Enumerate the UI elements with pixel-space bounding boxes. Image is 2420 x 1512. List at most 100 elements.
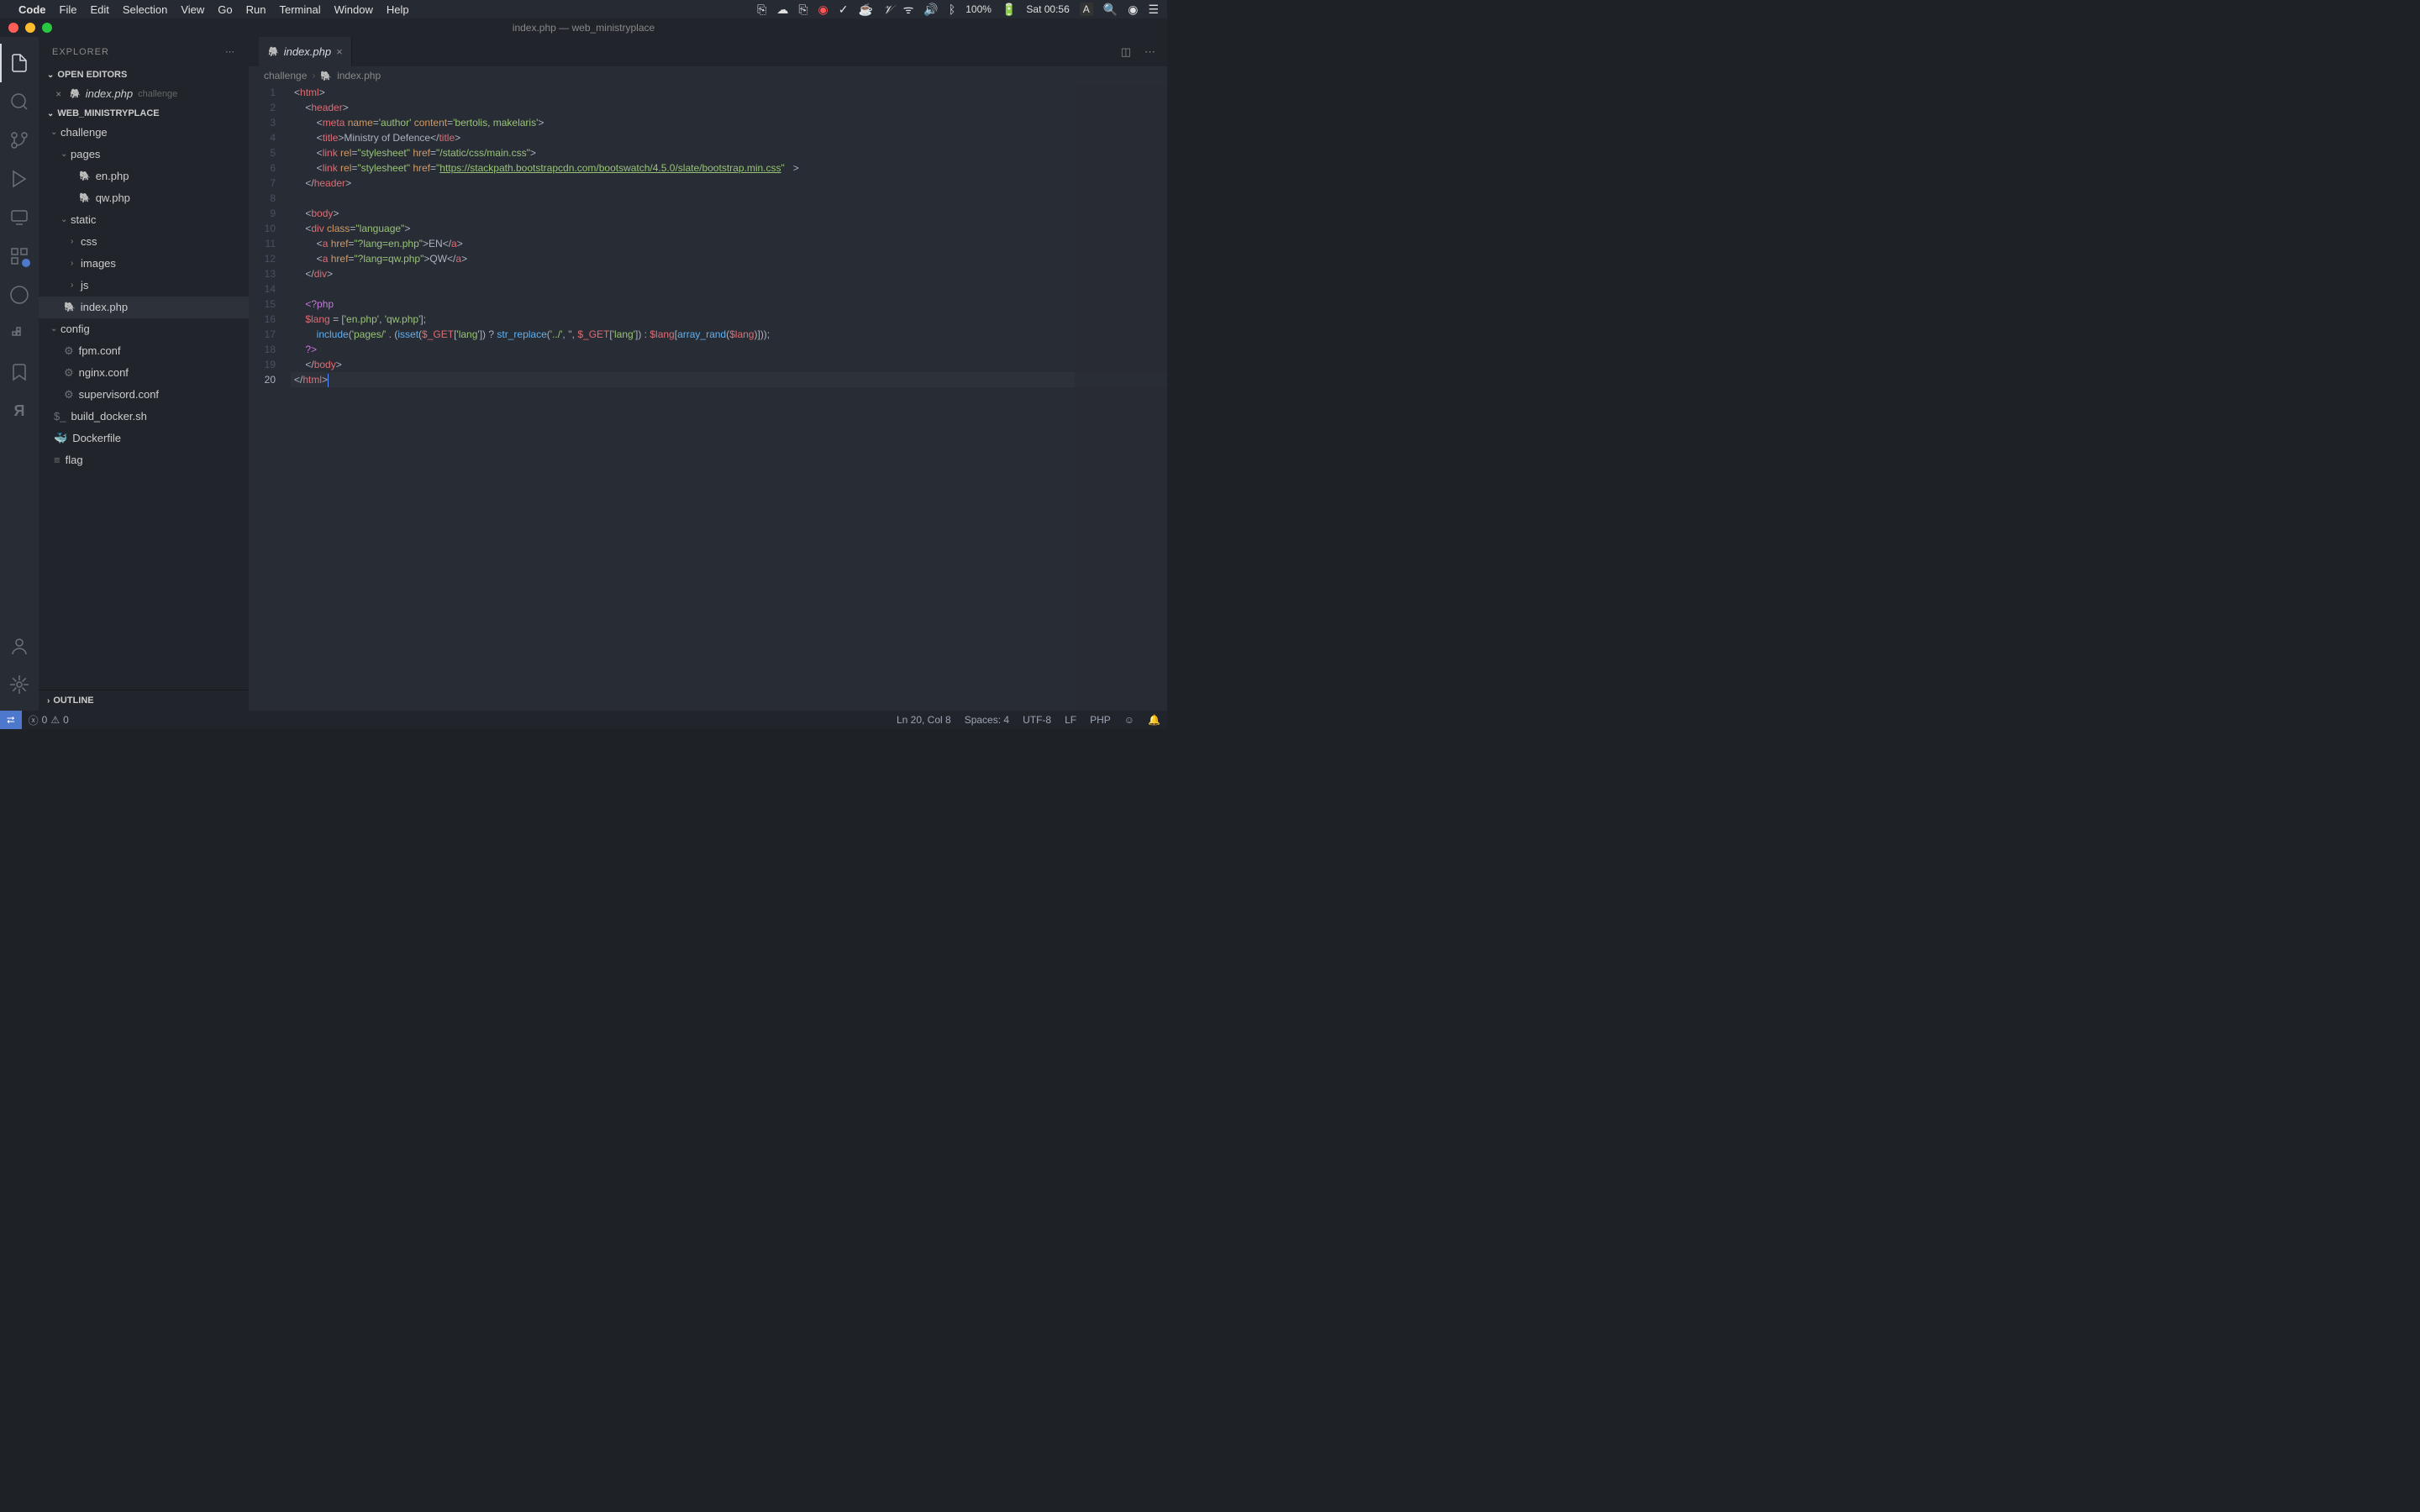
tray-icon-badge[interactable]: ◉ [818, 3, 829, 17]
php-icon: 🐘 [267, 46, 279, 57]
activity-account[interactable] [0, 627, 39, 665]
status-encoding[interactable]: UTF-8 [1016, 714, 1058, 726]
chevron-down-icon: ⌄ [60, 145, 71, 164]
menu-go[interactable]: Go [218, 3, 232, 16]
file-en-php[interactable]: 🐘 en.php [39, 165, 249, 187]
status-problems[interactable]: ⓧ 0 ⚠ 0 [22, 713, 76, 727]
docker-icon [9, 323, 29, 344]
activity-docker[interactable] [0, 314, 39, 353]
chevron-down-icon: ⌄ [50, 123, 60, 142]
file-qw-php[interactable]: 🐘 qw.php [39, 187, 249, 209]
chevron-right-icon: › [312, 70, 315, 81]
activity-search[interactable] [0, 82, 39, 121]
activity-source-control[interactable] [0, 121, 39, 160]
window-titlebar: index.php — web_ministryplace [0, 18, 1167, 37]
window-maximize-button[interactable] [42, 23, 52, 33]
activity-debug[interactable] [0, 160, 39, 198]
gear-icon: ⚙ [64, 342, 74, 360]
code-editor[interactable]: 1234567891011121314151617181920 <html> <… [249, 85, 1167, 711]
php-icon: 🐘 [79, 189, 91, 207]
file-build-docker[interactable]: $_ build_docker.sh [39, 406, 249, 428]
menu-help[interactable]: Help [387, 3, 409, 16]
section-workspace[interactable]: ⌄ WEB_MINISTRYPLACE [39, 105, 249, 122]
window-close-button[interactable] [8, 23, 18, 33]
menu-window[interactable]: Window [334, 3, 373, 16]
folder-images[interactable]: › images [39, 253, 249, 275]
spotlight-icon[interactable]: 🔍 [1103, 3, 1118, 17]
git-branch-icon [9, 130, 29, 150]
split-editor-icon[interactable]: ◫ [1121, 45, 1131, 59]
menu-selection[interactable]: Selection [123, 3, 167, 16]
php-icon: 🐘 [79, 167, 91, 186]
file-supervisord-conf[interactable]: ⚙ supervisord.conf [39, 384, 249, 406]
activity-remote[interactable] [0, 198, 39, 237]
bookmark-icon [9, 362, 29, 382]
battery-icon[interactable]: 🔋 [1002, 3, 1016, 17]
lang-indicator[interactable]: A [1080, 3, 1093, 16]
status-eol[interactable]: LF [1058, 714, 1083, 726]
tray-icon-2[interactable]: ⎘ [798, 3, 808, 17]
battery-percent[interactable]: 100% [965, 3, 992, 15]
window-minimize-button[interactable] [25, 23, 35, 33]
file-fpm-conf[interactable]: ⚙ fpm.conf [39, 340, 249, 362]
control-center-icon[interactable]: ☰ [1148, 3, 1159, 17]
monitor-icon [9, 207, 29, 228]
folder-config[interactable]: ⌄ config [39, 318, 249, 340]
status-bell-icon[interactable]: 🔔 [1141, 714, 1167, 726]
tab-close-icon[interactable]: × [336, 45, 343, 58]
code-content[interactable]: <html> <header> <meta name='author' cont… [291, 85, 1167, 711]
php-icon: 🐘 [320, 71, 332, 81]
status-feedback-icon[interactable]: ☺ [1118, 714, 1141, 726]
file-index-php[interactable]: 🐘 index.php [39, 297, 249, 318]
menu-run[interactable]: Run [246, 3, 266, 16]
menu-view[interactable]: View [181, 3, 204, 16]
status-indentation[interactable]: Spaces: 4 [958, 714, 1016, 726]
cloud-icon[interactable]: ☁ [776, 3, 788, 17]
tray-icon-1[interactable]: ⎘ [757, 3, 766, 17]
extensions-badge [22, 259, 30, 267]
php-icon: 🐘 [69, 85, 81, 103]
status-cursor-position[interactable]: Ln 20, Col 8 [890, 714, 958, 726]
folder-challenge[interactable]: ⌄ challenge [39, 122, 249, 144]
menu-file[interactable]: File [60, 3, 77, 16]
siri-icon[interactable]: ◉ [1128, 3, 1138, 17]
coffee-icon[interactable]: ☕ [859, 3, 873, 17]
docker-icon: 🐳 [54, 429, 67, 448]
breadcrumb[interactable]: challenge › 🐘 index.php [249, 66, 1167, 85]
folder-static[interactable]: ⌄ static [39, 209, 249, 231]
line-numbers: 1234567891011121314151617181920 [249, 85, 291, 711]
more-actions-icon[interactable]: ⋯ [1144, 45, 1155, 59]
tab-index-php[interactable]: 🐘 index.php × [259, 37, 352, 66]
menu-edit[interactable]: Edit [90, 3, 108, 16]
volume-icon[interactable]: 🔊 [923, 3, 938, 17]
wifi-icon[interactable]: ᯤ [903, 2, 914, 18]
file-nginx-conf[interactable]: ⚙ nginx.conf [39, 362, 249, 384]
status-language[interactable]: PHP [1083, 714, 1118, 726]
bluetooth-icon[interactable]: ᛒ [949, 3, 955, 16]
folder-pages[interactable]: ⌄ pages [39, 144, 249, 165]
activity-settings[interactable] [0, 665, 39, 704]
section-open-editors[interactable]: ⌄ OPEN EDITORS [39, 66, 249, 83]
file-flag[interactable]: ≡ flag [39, 449, 249, 471]
chevron-right-icon: › [71, 255, 81, 273]
close-icon[interactable]: × [55, 85, 69, 103]
activity-extensions[interactable] [0, 237, 39, 276]
folder-css[interactable]: › css [39, 231, 249, 253]
activity-explorer[interactable] [0, 44, 39, 82]
app-name[interactable]: Code [18, 3, 46, 16]
circle-a-icon [9, 285, 29, 305]
activity-bookmark[interactable] [0, 353, 39, 391]
remote-indicator[interactable]: ⮂ [0, 711, 22, 729]
datetime[interactable]: Sat 00:56 [1026, 3, 1069, 15]
sidebar-more-icon[interactable]: ⋯ [225, 46, 235, 57]
activity-ya[interactable]: Я [0, 391, 39, 430]
activity-item-6[interactable] [0, 276, 39, 314]
open-editor-item[interactable]: × 🐘 index.php challenge [39, 83, 249, 105]
minimap[interactable] [1075, 85, 1167, 711]
menu-terminal[interactable]: Terminal [280, 3, 321, 16]
check-icon[interactable]: ✓ [839, 3, 849, 17]
file-dockerfile[interactable]: 🐳 Dockerfile [39, 428, 249, 449]
section-outline[interactable]: › OUTLINE [39, 690, 249, 711]
folder-js[interactable]: › js [39, 275, 249, 297]
v-icon[interactable]: 𝒱 [883, 3, 893, 17]
